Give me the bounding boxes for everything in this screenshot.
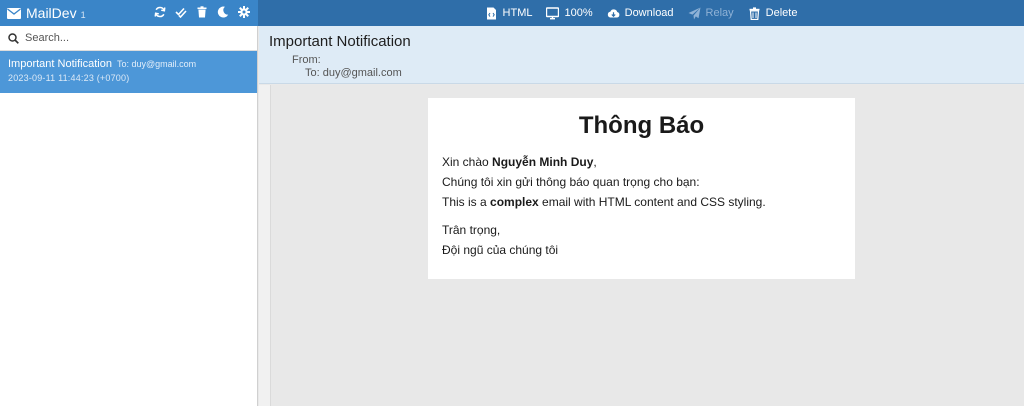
- email-intro: Chúng tôi xin gửi thông báo quan trọng c…: [442, 175, 700, 189]
- html-button[interactable]: HTML: [485, 7, 533, 20]
- mail-item-header: Important Notification To: duy@gmail.com: [8, 58, 249, 70]
- search-icon: [8, 32, 19, 44]
- mail-item-recipient: To: duy@gmail.com: [117, 59, 197, 69]
- mark-all-read-icon[interactable]: [175, 6, 187, 18]
- moon-icon[interactable]: [217, 6, 229, 18]
- trash-icon: [749, 6, 760, 20]
- download-label: Download: [624, 7, 674, 19]
- message-toolbar: HTML 100% Download Relay Delete: [258, 0, 1024, 26]
- greeting-suffix: ,: [593, 155, 597, 169]
- email-greeting: Xin chào Nguyễn Minh Duy,: [442, 152, 841, 172]
- search-bar: [0, 26, 257, 51]
- body-bold: complex: [490, 195, 539, 209]
- recipient-name: Nguyễn Minh Duy: [492, 155, 594, 169]
- app-title: MailDev: [26, 5, 77, 21]
- top-bar: MailDev 1 HTML 100% Download Relay Delet…: [0, 0, 1024, 26]
- sidebar: Important Notification To: duy@gmail.com…: [0, 26, 258, 406]
- body-prefix: This is a: [442, 195, 491, 209]
- email-signature: Đội ngũ của chúng tôi: [442, 243, 559, 257]
- message-header: Important Notification From: To: duy@gma…: [259, 26, 1024, 84]
- gear-icon[interactable]: [238, 6, 250, 18]
- relay-button[interactable]: Relay: [688, 7, 734, 20]
- message-view: Important Notification From: To: duy@gma…: [259, 26, 1024, 406]
- search-input[interactable]: [25, 32, 245, 44]
- message-to: To: duy@gmail.com: [305, 67, 402, 79]
- email-body: Thông Báo Xin chào Nguyễn Minh Duy, Chún…: [428, 98, 855, 279]
- resize-gutter[interactable]: [259, 85, 271, 406]
- mail-item-date: 2023-09-11 11:44:23 (+0700): [8, 73, 130, 83]
- mail-list-item[interactable]: Important Notification To: duy@gmail.com…: [0, 51, 257, 93]
- zoom-label: 100%: [564, 7, 593, 19]
- greeting-prefix: Xin chào: [442, 155, 493, 169]
- paper-plane-icon: [688, 7, 701, 19]
- cloud-download-icon: [607, 8, 620, 17]
- brand-bar: MailDev 1: [0, 0, 258, 26]
- message-subject: Important Notification: [269, 33, 411, 50]
- delete-button[interactable]: Delete: [748, 6, 798, 20]
- message-from: From:: [292, 54, 321, 66]
- file-code-icon: [486, 7, 496, 19]
- message-preview: Thông Báo Xin chào Nguyễn Minh Duy, Chún…: [271, 85, 1024, 406]
- monitor-icon: [546, 6, 560, 19]
- html-label: HTML: [502, 7, 533, 19]
- delete-label: Delete: [765, 7, 798, 19]
- email-body-text: This is a complex email with HTML conten…: [442, 192, 841, 212]
- refresh-icon[interactable]: [154, 6, 166, 18]
- email-title: Thông Báo: [578, 112, 705, 139]
- envelope-icon: [7, 7, 21, 19]
- trash-icon[interactable]: [196, 6, 208, 18]
- message-count: 1: [80, 9, 86, 20]
- mail-item-subject: Important Notification: [8, 58, 112, 70]
- list-actions: [154, 6, 250, 18]
- body-suffix: email with HTML content and CSS styling.: [538, 195, 766, 209]
- download-button[interactable]: Download: [607, 7, 674, 20]
- relay-label: Relay: [705, 7, 734, 19]
- email-signoff: Trân trọng,: [442, 223, 501, 237]
- zoom-button[interactable]: 100%: [546, 6, 593, 20]
